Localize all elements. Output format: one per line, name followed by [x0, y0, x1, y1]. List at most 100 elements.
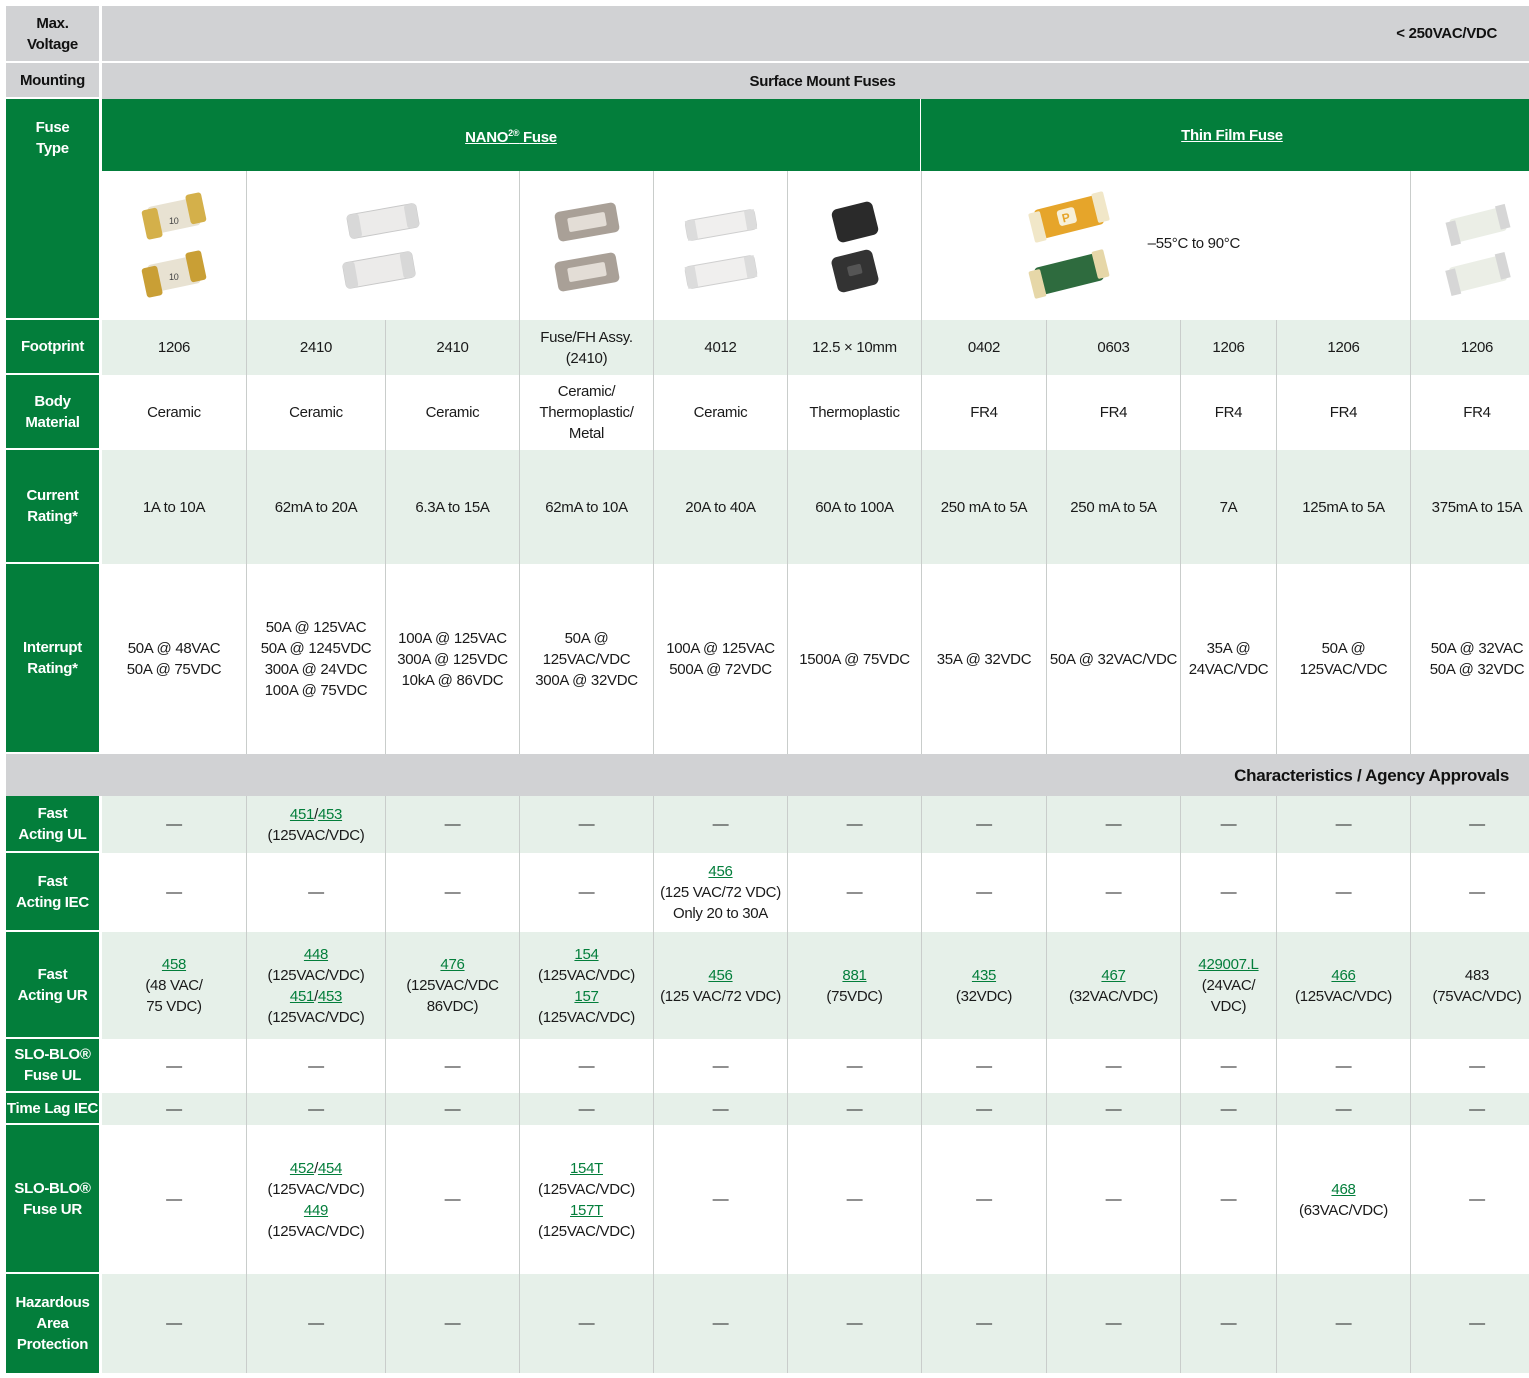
- part-454-link[interactable]: 454: [318, 1160, 342, 1177]
- fast-acting-iec-label: Fast Acting IEC: [6, 853, 102, 932]
- thin-film-family-name: Thin Film Fuse: [1181, 126, 1283, 144]
- part-449-link[interactable]: 449: [304, 1200, 328, 1221]
- part-435-link[interactable]: 435: [972, 965, 996, 986]
- part-476-link[interactable]: 476: [440, 954, 464, 975]
- slo-blo-ur-cell: 452/454 (125VAC/VDC) 449 (125VAC/VDC): [246, 1125, 385, 1274]
- thin-film-family-link[interactable]: Thin Film Fuse: [921, 99, 1529, 171]
- empty-dash: —: [653, 796, 787, 853]
- svg-text:10: 10: [169, 216, 179, 226]
- part-466-link[interactable]: 466: [1331, 965, 1355, 986]
- part-157t-link[interactable]: 157T: [570, 1200, 603, 1221]
- fast-acting-ul-cell: 451/453 (125VAC/VDC): [246, 796, 385, 853]
- footprint-cell: 1206: [1180, 320, 1276, 375]
- thin-film-1206-fuse-icon: [1410, 171, 1529, 320]
- spacer-cell: [1276, 171, 1410, 320]
- part-154-link[interactable]: 154: [574, 944, 598, 965]
- part-453-link[interactable]: 453: [318, 988, 342, 1005]
- interrupt-rating-cell: 100A @ 125VAC 300A @ 125VDC 10kA @ 86VDC: [385, 564, 519, 754]
- fast-acting-ul-label: Fast Acting UL: [6, 796, 102, 853]
- body-material-cell: FR4: [1410, 375, 1529, 450]
- current-rating-cell: 7A: [1180, 450, 1276, 564]
- interrupt-rating-cell: 35A @ 24VAC/VDC: [1180, 564, 1276, 754]
- part-456-link[interactable]: 456: [708, 861, 732, 882]
- part-483-text: 483: [1464, 966, 1490, 984]
- empty-dash: —: [102, 1274, 246, 1373]
- rating-text: (75VAC/VDC): [1432, 987, 1522, 1005]
- empty-dash: —: [519, 1093, 653, 1125]
- svg-text:10: 10: [169, 272, 179, 282]
- part-154t-link[interactable]: 154T: [570, 1158, 603, 1179]
- part-429007-link[interactable]: 429007.L: [1198, 954, 1258, 975]
- nano-1206-fuse-icon: 10 10: [102, 171, 246, 320]
- current-rating-cell: 6.3A to 15A: [385, 450, 519, 564]
- part-451-link[interactable]: 451: [290, 988, 314, 1005]
- nano-12x10-fuse-icon: [787, 171, 921, 320]
- body-material-cell: FR4: [1276, 375, 1410, 450]
- empty-dash: —: [385, 1125, 519, 1274]
- empty-dash: —: [653, 1039, 787, 1093]
- empty-dash: —: [385, 796, 519, 853]
- empty-dash: —: [1180, 1093, 1276, 1125]
- footprint-cell: 2410: [385, 320, 519, 375]
- part-458-link[interactable]: 458: [162, 954, 186, 975]
- footprint-cell: 1206: [1410, 320, 1529, 375]
- max-voltage-value: < 250VAC/VDC: [102, 6, 1529, 63]
- empty-dash: —: [519, 1274, 653, 1373]
- rating-text: (125VAC/VDC): [538, 966, 635, 984]
- empty-dash: —: [1180, 1125, 1276, 1274]
- fast-acting-ur-cell: 466 (125VAC/VDC): [1276, 932, 1410, 1039]
- time-lag-iec-label: Time Lag IEC: [6, 1093, 102, 1125]
- empty-dash: —: [921, 1093, 1046, 1125]
- empty-dash: —: [1276, 1093, 1410, 1125]
- part-448-link[interactable]: 448: [304, 944, 328, 965]
- part-456-link[interactable]: 456: [708, 965, 732, 986]
- fast-acting-ur-cell: 467 (32VAC/VDC): [1046, 932, 1180, 1039]
- part-468-link[interactable]: 468: [1331, 1179, 1355, 1200]
- rating-text: (48 VAC/ 75 VDC): [145, 977, 203, 1015]
- empty-dash: —: [385, 1274, 519, 1373]
- empty-dash: —: [102, 1039, 246, 1093]
- rating-text: (125VAC/VDC 86VDC): [406, 977, 499, 1015]
- current-rating-label: Current Rating*: [6, 450, 102, 564]
- empty-dash: —: [102, 796, 246, 853]
- part-452-link[interactable]: 452: [290, 1160, 314, 1177]
- empty-dash: —: [653, 1274, 787, 1373]
- interrupt-rating-cell: 50A @ 48VAC 50A @ 75VDC: [102, 564, 246, 754]
- part-467-link[interactable]: 467: [1101, 965, 1125, 986]
- empty-dash: —: [1180, 1274, 1276, 1373]
- mounting-value: Surface Mount Fuses: [102, 63, 1529, 99]
- temperature-note: –55°C to 90°C: [1147, 235, 1241, 252]
- fast-acting-ur-label: Fast Acting UR: [6, 932, 102, 1039]
- empty-dash: —: [921, 1125, 1046, 1274]
- slo-blo-ur-label: SLO-BLO® Fuse UR: [6, 1125, 102, 1274]
- empty-dash: —: [921, 1039, 1046, 1093]
- empty-dash: —: [1046, 1274, 1180, 1373]
- footprint-cell: 2410: [246, 320, 385, 375]
- rating-text: (125VAC/VDC): [267, 966, 365, 984]
- part-157-link[interactable]: 157: [574, 986, 598, 1007]
- fast-acting-iec-cell: 456 (125 VAC/72 VDC) Only 20 to 30A: [653, 853, 787, 932]
- current-rating-cell: 20A to 40A: [653, 450, 787, 564]
- part-453-link[interactable]: 453: [318, 806, 342, 823]
- fast-acting-ur-cell: 154 (125VAC/VDC) 157 (125VAC/VDC): [519, 932, 653, 1039]
- part-881-link[interactable]: 881: [842, 965, 866, 986]
- footprint-cell: 1206: [1276, 320, 1410, 375]
- rating-text: (125VAC/VDC): [538, 1180, 635, 1198]
- fast-acting-ur-cell: 456 (125 VAC/72 VDC): [653, 932, 787, 1039]
- footprint-cell: 12.5 × 10mm: [787, 320, 921, 375]
- current-rating-cell: 125mA to 5A: [1276, 450, 1410, 564]
- footprint-cell: 0603: [1046, 320, 1180, 375]
- footprint-cell: Fuse/FH Assy. (2410): [519, 320, 653, 375]
- rating-text: (125VAC/VDC): [538, 1222, 635, 1240]
- empty-dash: —: [787, 1039, 921, 1093]
- empty-dash: —: [653, 1093, 787, 1125]
- empty-dash: —: [921, 1274, 1046, 1373]
- footprint-cell: 0402: [921, 320, 1046, 375]
- interrupt-rating-cell: 50A @ 125VAC/VDC 300A @ 32VDC: [519, 564, 653, 754]
- empty-dash: —: [921, 796, 1046, 853]
- nano-4012-fuse-icon: [653, 171, 787, 320]
- section-title: Characteristics / Agency Approvals: [6, 754, 1529, 796]
- empty-dash: —: [1276, 1274, 1410, 1373]
- nano-fuse-family-link[interactable]: NANO2® Fuse: [102, 99, 921, 171]
- part-451-link[interactable]: 451: [290, 806, 314, 823]
